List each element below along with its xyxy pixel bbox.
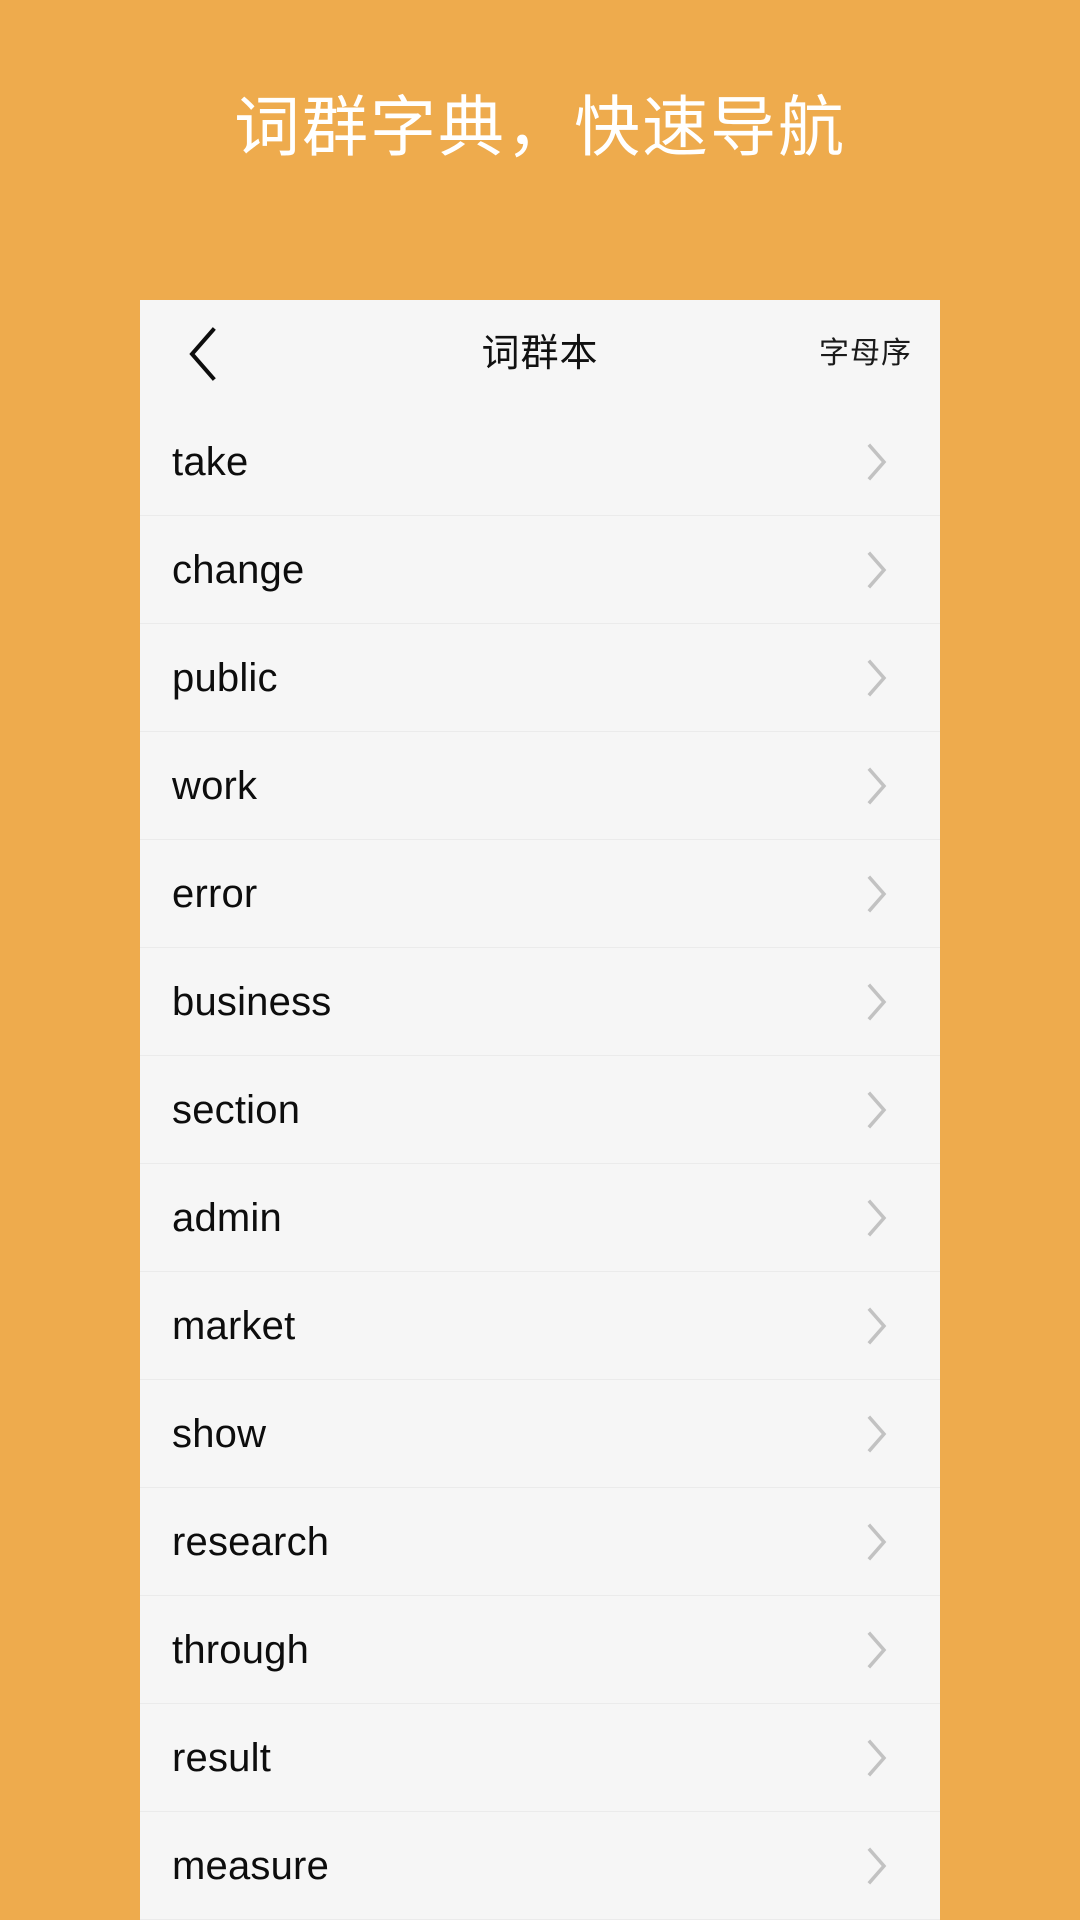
list-item-label: business — [172, 980, 332, 1024]
list-item[interactable]: through — [140, 1596, 940, 1704]
list-item-label: section — [172, 1088, 301, 1132]
chevron-right-icon — [860, 1091, 894, 1129]
list-item-label: through — [172, 1628, 310, 1672]
phone-screen-card: 词群本 字母序 take change public work error bu… — [140, 300, 940, 1920]
list-item[interactable]: work — [140, 732, 940, 840]
list-item[interactable]: measure — [140, 1812, 940, 1920]
chevron-right-icon — [860, 659, 894, 697]
chevron-right-icon — [860, 1415, 894, 1453]
sort-order-button[interactable]: 字母序 — [819, 300, 912, 408]
list-item-label: public — [172, 656, 278, 700]
list-item[interactable]: show — [140, 1380, 940, 1488]
list-item-label: research — [172, 1520, 330, 1564]
list-item-label: take — [172, 440, 249, 484]
chevron-right-icon — [860, 1199, 894, 1237]
page-title: 词群字典，快速导航 — [234, 90, 846, 164]
list-item[interactable]: public — [140, 624, 940, 732]
navigation-bar: 词群本 字母序 — [140, 300, 940, 408]
list-item-label: measure — [172, 1844, 330, 1888]
list-item[interactable]: take — [140, 408, 940, 516]
list-item[interactable]: section — [140, 1056, 940, 1164]
list-item[interactable]: business — [140, 948, 940, 1056]
list-item-label: change — [172, 548, 305, 592]
chevron-right-icon — [860, 1523, 894, 1561]
word-group-list: take change public work error business s… — [140, 408, 940, 1920]
list-item[interactable]: error — [140, 840, 940, 948]
list-item-label: error — [172, 872, 258, 916]
list-item-label: result — [172, 1736, 272, 1780]
list-item-label: market — [172, 1304, 296, 1348]
chevron-right-icon — [860, 443, 894, 481]
list-item[interactable]: result — [140, 1704, 940, 1812]
list-item[interactable]: research — [140, 1488, 940, 1596]
list-item-label: work — [172, 764, 258, 808]
chevron-right-icon — [860, 1847, 894, 1885]
chevron-right-icon — [860, 875, 894, 913]
chevron-right-icon — [860, 1631, 894, 1669]
list-item[interactable]: change — [140, 516, 940, 624]
chevron-right-icon — [860, 1739, 894, 1777]
chevron-right-icon — [860, 551, 894, 589]
list-item-label: admin — [172, 1196, 282, 1240]
list-item-label: show — [172, 1412, 267, 1456]
list-item[interactable]: admin — [140, 1164, 940, 1272]
chevron-right-icon — [860, 983, 894, 1021]
chevron-right-icon — [860, 1307, 894, 1345]
chevron-right-icon — [860, 767, 894, 805]
list-item[interactable]: market — [140, 1272, 940, 1380]
